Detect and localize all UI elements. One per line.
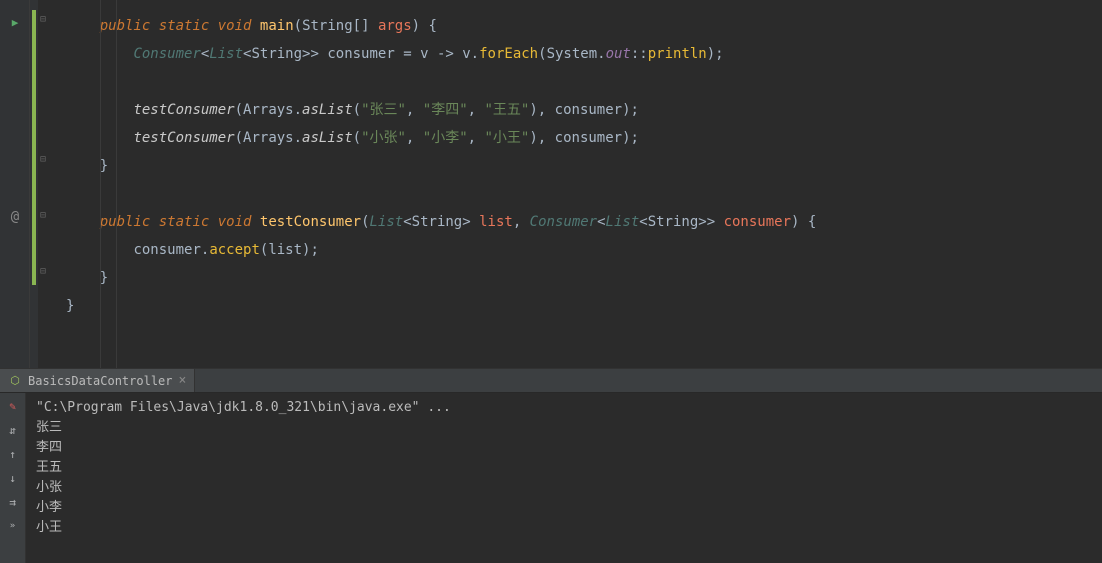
console-command-line: "C:\Program Files\Java\jdk1.8.0_321\bin\…	[36, 398, 1092, 418]
fold-mark-icon[interactable]: ⊟	[40, 266, 46, 277]
console-panel: ✎ ⇵ ↑ ↓ ⇉ » "C:\Program Files\Java\jdk1.…	[0, 393, 1102, 563]
fold-gutter: ⊟ ⊟ ⊟ ⊟	[38, 0, 52, 368]
expand-icon[interactable]: »	[4, 517, 22, 535]
run-tab[interactable]: ⬡ BasicsDataController ×	[0, 369, 195, 392]
fold-mark-icon[interactable]: ⊟	[40, 14, 46, 25]
indent-guide	[116, 0, 117, 368]
code-editor[interactable]: ▶ @ ⊟ ⊟ ⊟ ⊟ public static void main(Stri…	[0, 0, 1102, 368]
down-icon[interactable]: ↓	[4, 469, 22, 487]
code-line[interactable]: }	[52, 264, 1102, 292]
code-line[interactable]: public static void main(String[] args) {	[52, 12, 1102, 40]
code-line[interactable]: Consumer<List<String>> consumer = v -> v…	[52, 40, 1102, 68]
override-icon[interactable]: @	[7, 209, 23, 225]
code-line[interactable]: testConsumer(Arrays.asList("小张", "小李", "…	[52, 124, 1102, 152]
code-line[interactable]	[52, 180, 1102, 208]
edit-icon[interactable]: ✎	[4, 397, 22, 415]
tab-label: BasicsDataController	[28, 374, 173, 388]
code-line[interactable]: testConsumer(Arrays.asList("张三", "李四", "…	[52, 96, 1102, 124]
console-output[interactable]: "C:\Program Files\Java\jdk1.8.0_321\bin\…	[26, 393, 1102, 563]
console-output-line: 张三	[36, 418, 1092, 438]
code-line[interactable]: consumer.accept(list);	[52, 236, 1102, 264]
code-content[interactable]: public static void main(String[] args) {…	[52, 0, 1102, 368]
console-output-line: 王五	[36, 458, 1092, 478]
change-indicator-bar	[30, 0, 38, 368]
fold-mark-icon[interactable]: ⊟	[40, 154, 46, 165]
run-icon[interactable]: ▶	[7, 14, 23, 30]
code-line[interactable]	[52, 68, 1102, 96]
gutter: ▶ @	[0, 0, 30, 368]
console-toolbar: ✎ ⇵ ↑ ↓ ⇉ »	[0, 393, 26, 563]
indent-guide	[100, 0, 101, 368]
code-line[interactable]: public static void testConsumer(List<Str…	[52, 208, 1102, 236]
spring-icon: ⬡	[8, 374, 22, 388]
code-line[interactable]: }	[52, 152, 1102, 180]
change-strip	[32, 10, 36, 285]
close-icon[interactable]: ×	[179, 373, 187, 388]
fold-mark-icon[interactable]: ⊟	[40, 210, 46, 221]
wrap-icon[interactable]: ⇉	[4, 493, 22, 511]
console-output-line: 小张	[36, 478, 1092, 498]
console-output-line: 小王	[36, 518, 1092, 538]
console-output-line: 李四	[36, 438, 1092, 458]
code-line[interactable]: }	[52, 292, 1102, 320]
toggle-icon[interactable]: ⇵	[4, 421, 22, 439]
up-icon[interactable]: ↑	[4, 445, 22, 463]
console-output-line: 小李	[36, 498, 1092, 518]
run-tab-bar: ⬡ BasicsDataController ×	[0, 368, 1102, 393]
